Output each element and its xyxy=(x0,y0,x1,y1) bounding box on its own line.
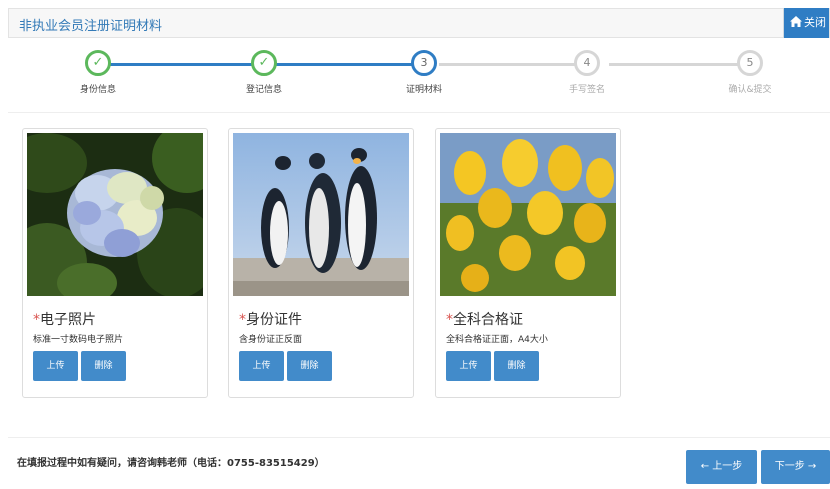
page-header: 非执业会员注册证明材料 关闭 xyxy=(8,8,830,38)
divider xyxy=(8,437,830,438)
tulips-image xyxy=(440,133,616,296)
step-identity-info: ✓ 身份信息 xyxy=(38,50,158,95)
step-confirm-submit: 5 确认&提交 xyxy=(690,50,810,95)
card-title-text: 身份证件 xyxy=(246,312,302,328)
card-title-text: 全科合格证 xyxy=(453,312,523,328)
prev-step-button[interactable]: ← 上一步 xyxy=(686,450,757,484)
divider xyxy=(8,112,830,113)
next-step-button[interactable]: 下一步 → xyxy=(761,450,830,484)
required-mark: * xyxy=(239,312,246,328)
upload-button[interactable]: 上传 xyxy=(239,351,284,381)
required-mark: * xyxy=(446,312,453,328)
upload-card-certificate: *全科合格证 全科合格证正面，A4大小 上传 删除 xyxy=(435,128,621,398)
delete-button[interactable]: 删除 xyxy=(494,351,539,381)
card-description: 含身份证正反面 xyxy=(239,335,303,345)
upload-button[interactable]: 上传 xyxy=(446,351,491,381)
delete-button[interactable]: 删除 xyxy=(81,351,126,381)
step-label: 手写签名 xyxy=(568,85,605,95)
step-label: 登记信息 xyxy=(245,85,282,95)
step-number: 3 xyxy=(411,50,437,76)
step-label: 证明材料 xyxy=(405,85,442,95)
card-description: 标准一寸数码电子照片 xyxy=(33,335,124,345)
step-label: 确认&提交 xyxy=(728,85,772,95)
progress-steps: ✓ 身份信息 ✓ 登记信息 3 证明材料 4 手写签名 5 确认&提交 xyxy=(8,38,830,104)
step-label: 身份信息 xyxy=(79,85,116,95)
home-icon xyxy=(790,16,802,27)
close-button[interactable]: 关闭 xyxy=(783,8,829,38)
help-text: 在填报过程中如有疑问，请咨询韩老师（电话：0755-83515429） xyxy=(17,458,325,469)
close-label: 关闭 xyxy=(804,16,826,29)
hydrangea-image xyxy=(27,133,203,296)
delete-button[interactable]: 删除 xyxy=(287,351,332,381)
required-mark: * xyxy=(33,312,40,328)
step-signature: 4 手写签名 xyxy=(527,50,647,95)
check-icon: ✓ xyxy=(85,50,111,76)
check-icon: ✓ xyxy=(251,50,277,76)
card-title: *全科合格证 xyxy=(446,309,523,329)
step-proof-materials: 3 证明材料 xyxy=(364,50,484,95)
card-description: 全科合格证正面，A4大小 xyxy=(446,335,548,345)
penguins-image xyxy=(233,133,409,296)
card-title: *身份证件 xyxy=(239,309,302,329)
step-number: 4 xyxy=(574,50,600,76)
card-title: *电子照片 xyxy=(33,309,96,329)
step-number: 5 xyxy=(737,50,763,76)
card-title-text: 电子照片 xyxy=(40,312,96,328)
upload-button[interactable]: 上传 xyxy=(33,351,78,381)
upload-card-id: *身份证件 含身份证正反面 上传 删除 xyxy=(228,128,414,398)
page-title: 非执业会员注册证明材料 xyxy=(19,19,163,34)
step-registration-info: ✓ 登记信息 xyxy=(204,50,324,95)
upload-card-photo: *电子照片 标准一寸数码电子照片 上传 删除 xyxy=(22,128,208,398)
